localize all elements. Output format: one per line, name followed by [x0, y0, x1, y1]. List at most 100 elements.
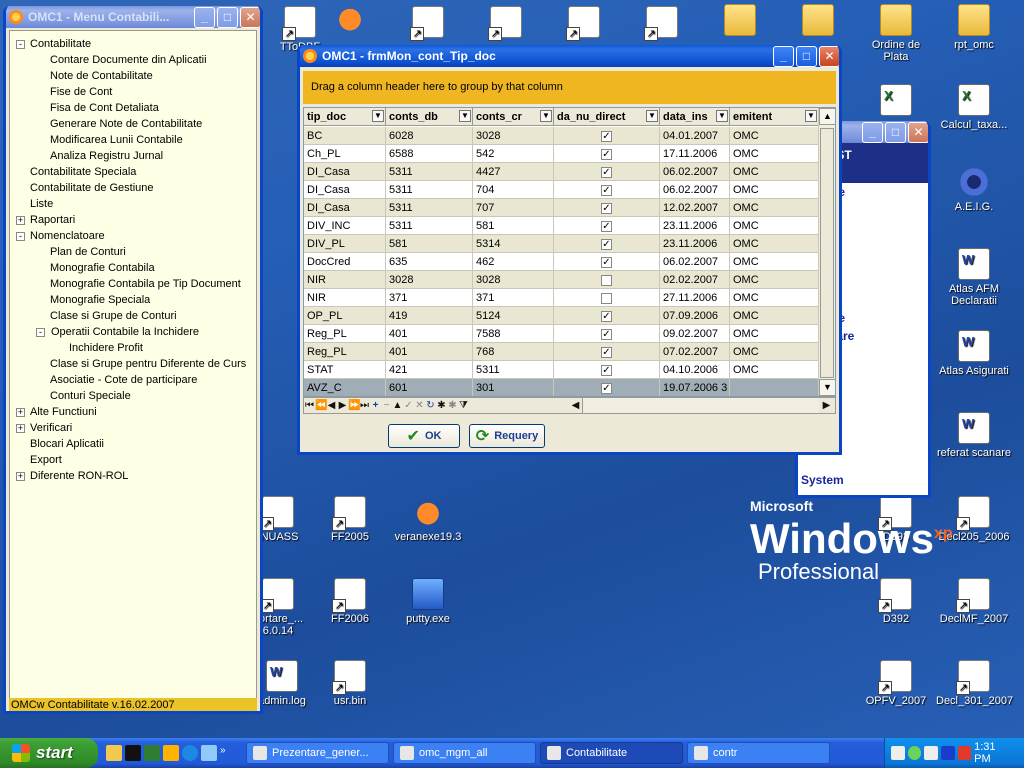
- checkbox-cell[interactable]: ✓: [554, 163, 660, 181]
- table-cell[interactable]: OMC: [730, 217, 819, 235]
- table-cell[interactable]: 3028: [386, 271, 473, 289]
- tray-app-icon[interactable]: [940, 746, 955, 760]
- checkbox-checked-icon[interactable]: ✓: [601, 364, 612, 376]
- table-cell[interactable]: OMC: [730, 145, 819, 163]
- table-cell[interactable]: 401: [386, 325, 473, 343]
- table-cell[interactable]: 704: [473, 181, 554, 199]
- checkbox-unchecked-icon[interactable]: [601, 292, 612, 304]
- collapse-icon[interactable]: -: [16, 232, 25, 241]
- maximize-button[interactable]: □: [217, 6, 238, 28]
- explorer-icon[interactable]: [106, 745, 122, 761]
- table-cell[interactable]: 23.11.2006: [660, 235, 730, 253]
- desktop-icon[interactable]: Atlas AFM Declaratii: [936, 248, 1012, 307]
- vertical-scrollbar[interactable]: ▲ ▼: [818, 108, 835, 396]
- table-cell[interactable]: 371: [386, 289, 473, 307]
- table-cell[interactable]: 371: [473, 289, 554, 307]
- last-page-icon[interactable]: ⏭: [359, 400, 370, 411]
- taskbar-button[interactable]: Prezentare_gener...: [246, 742, 389, 764]
- column-filter-dropdown-icon[interactable]: ▼: [459, 110, 471, 122]
- expand-icon[interactable]: +: [16, 216, 25, 225]
- desktop-icon[interactable]: usr.bin: [312, 660, 388, 707]
- next-page-icon[interactable]: ⏩: [348, 400, 360, 411]
- ie-icon[interactable]: [182, 745, 198, 761]
- checkbox-cell[interactable]: ✓: [554, 235, 660, 253]
- table-row[interactable]: Ch_PL 6588 542 ✓ 17.11.2006 OMC: [304, 145, 819, 163]
- column-filter-dropdown-icon[interactable]: ▼: [805, 110, 817, 122]
- scroll-down-icon[interactable]: ▼: [819, 379, 835, 396]
- tree-item[interactable]: + Diferente RON-ROL: [10, 468, 256, 484]
- checkbox-checked-icon[interactable]: ✓: [601, 130, 612, 142]
- data-grid[interactable]: tip_doc ▼ conts_db ▼ conts_cr ▼ da_nu_direct ▼ d…: [303, 107, 836, 397]
- scroll-thumb[interactable]: [820, 128, 834, 378]
- tree-item[interactable]: Analiza Registru Jurnal: [10, 148, 256, 164]
- table-cell[interactable]: 04.10.2006: [660, 361, 730, 379]
- goto-bookmark-icon[interactable]: ✱: [447, 400, 458, 411]
- tree-item[interactable]: Monografie Contabila: [10, 260, 256, 276]
- table-cell[interactable]: 301: [473, 379, 554, 396]
- tray-arrow-icon[interactable]: [891, 746, 905, 760]
- tree-item[interactable]: + Alte Functiuni: [10, 404, 256, 420]
- hscroll-left-icon[interactable]: ◀: [570, 400, 581, 411]
- taskbar-button[interactable]: contr: [687, 742, 830, 764]
- table-cell[interactable]: 12.02.2007: [660, 199, 730, 217]
- checkbox-checked-icon[interactable]: ✓: [601, 238, 612, 250]
- desktop-icon[interactable]: A.E.I.G.: [936, 166, 1012, 213]
- table-cell[interactable]: NIR: [304, 271, 386, 289]
- checkbox-checked-icon[interactable]: ✓: [601, 202, 612, 214]
- collapse-icon[interactable]: -: [36, 328, 45, 337]
- edit-icon[interactable]: ▲: [392, 400, 403, 411]
- taskbar-button[interactable]: Contabilitate: [540, 742, 683, 764]
- tree-item[interactable]: Modificarea Lunii Contabile: [10, 132, 256, 148]
- checkbox-cell[interactable]: [554, 289, 660, 307]
- desktop-icon[interactable]: D392: [858, 578, 934, 625]
- table-cell[interactable]: 768: [473, 343, 554, 361]
- table-cell[interactable]: 06.02.2007: [660, 163, 730, 181]
- table-row[interactable]: BC 6028 3028 ✓ 04.01.2007 OMC: [304, 127, 819, 145]
- table-cell[interactable]: 17.11.2006: [660, 145, 730, 163]
- filter-icon[interactable]: ⧩: [458, 400, 469, 411]
- table-cell[interactable]: DocCred: [304, 253, 386, 271]
- desktop-icon[interactable]: veranexe19.3: [390, 496, 466, 543]
- table-row[interactable]: STAT 421 5311 ✓ 04.10.2006 OMC: [304, 361, 819, 379]
- desktop-icon[interactable]: [858, 84, 934, 119]
- tree-item[interactable]: Conturi Speciale: [10, 388, 256, 404]
- side-menu-item[interactable]: System: [798, 471, 928, 489]
- menu-tree[interactable]: - Contabilitate Contare Documente din Apli…: [9, 30, 257, 702]
- table-row[interactable]: NIR 3028 3028 02.02.2007 OMC: [304, 271, 819, 289]
- column-filter-dropdown-icon[interactable]: ▼: [646, 110, 658, 122]
- taskbar-button[interactable]: omc_mgm_all: [393, 742, 536, 764]
- tree-item[interactable]: + Raportari: [10, 212, 256, 228]
- table-cell[interactable]: 27.11.2006: [660, 289, 730, 307]
- table-cell[interactable]: AVZ_C: [304, 379, 386, 396]
- desktop-icon[interactable]: Atlas Asigurati: [936, 330, 1012, 377]
- tree-item[interactable]: - Operatii Contabile la Inchidere: [10, 324, 256, 340]
- table-cell[interactable]: 06.02.2007: [660, 253, 730, 271]
- checkbox-cell[interactable]: ✓: [554, 307, 660, 325]
- app-icon[interactable]: [163, 745, 179, 761]
- tree-item[interactable]: Fise de Cont: [10, 84, 256, 100]
- maximize-button[interactable]: □: [796, 45, 817, 67]
- table-cell[interactable]: 3028: [473, 127, 554, 145]
- tree-item[interactable]: Contare Documente din Aplicatii: [10, 52, 256, 68]
- tree-item[interactable]: Inchidere Profit: [10, 340, 256, 356]
- desktop-icon[interactable]: putty.exe: [390, 578, 466, 625]
- table-cell[interactable]: Reg_PL: [304, 325, 386, 343]
- checkbox-cell[interactable]: ✓: [554, 253, 660, 271]
- table-cell[interactable]: DIV_PL: [304, 235, 386, 253]
- desktop-icon[interactable]: Decl_301_2007: [936, 660, 1013, 707]
- checkbox-cell[interactable]: ✓: [554, 181, 660, 199]
- expand-icon[interactable]: +: [16, 472, 25, 481]
- table-cell[interactable]: 5124: [473, 307, 554, 325]
- grid-window[interactable]: OMC1 - frmMon_cont_Tip_doc _ □ ✕ Drag a …: [297, 45, 842, 455]
- desktop-icon[interactable]: [468, 6, 544, 41]
- table-cell[interactable]: DI_Casa: [304, 199, 386, 217]
- checkbox-cell[interactable]: [554, 271, 660, 289]
- table-cell[interactable]: OMC: [730, 325, 819, 343]
- close-button[interactable]: ✕: [908, 121, 928, 143]
- table-cell[interactable]: Ch_PL: [304, 145, 386, 163]
- hscroll-right-icon[interactable]: ▶: [821, 400, 832, 411]
- table-cell[interactable]: 07.09.2006: [660, 307, 730, 325]
- tree-item[interactable]: Asociatie - Cote de participare: [10, 372, 256, 388]
- refresh-icon[interactable]: ↻: [425, 400, 436, 411]
- table-cell[interactable]: OMC: [730, 235, 819, 253]
